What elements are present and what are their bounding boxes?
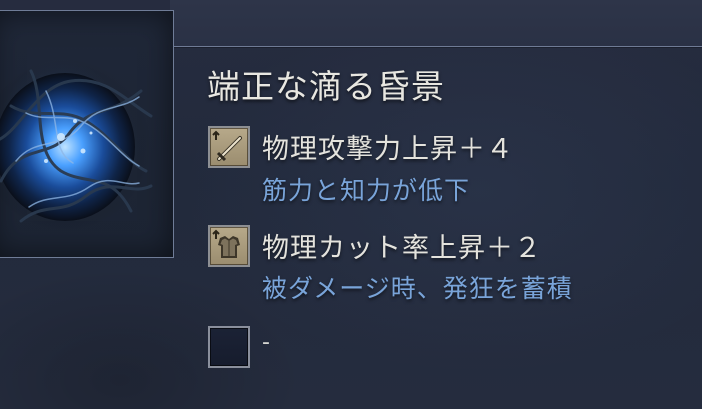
armor-damage-cut-up-icon [208,225,250,267]
empty-effect-label: - [262,330,270,355]
effect-name: 物理カット率上昇＋２ [262,233,542,264]
effect-description: 被ダメージ時、発狂を蓄積 [262,274,573,303]
effect-name: 物理攻撃力上昇＋４ [262,134,514,165]
header-band [170,0,702,47]
item-title: 端正な滴る昏景 [207,67,445,106]
effect-description: 筋力と知力が低下 [262,176,471,205]
sword-attack-up-icon [208,126,250,168]
item-image-frame [0,10,174,258]
empty-slot-icon [208,326,250,368]
dark-crystal-orb-icon [0,59,153,231]
